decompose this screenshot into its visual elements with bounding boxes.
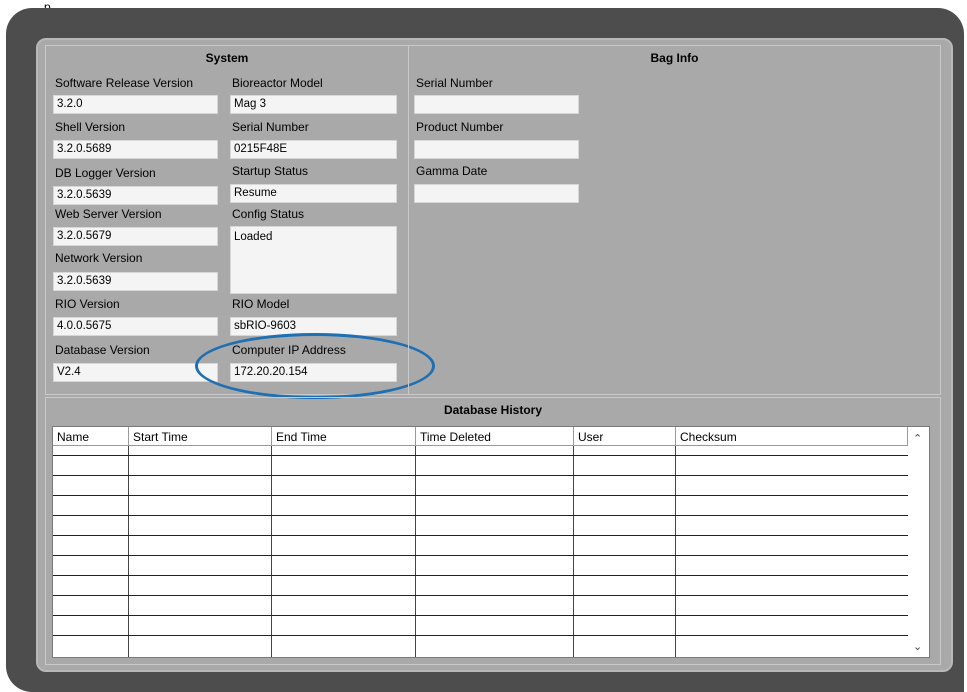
highlight-circle (195, 333, 435, 399)
bioreactor-model-field: Mag 3 (230, 95, 397, 114)
bioreactor-model-label: Bioreactor Model (232, 76, 323, 90)
column-divider (675, 446, 676, 657)
table-row[interactable] (53, 455, 908, 456)
db-logger-version-label: DB Logger Version (55, 166, 156, 180)
database-history-title: Database History (443, 403, 543, 417)
scroll-up-icon[interactable]: ⌃ (913, 432, 922, 445)
table-row[interactable] (53, 535, 908, 536)
network-version-label: Network Version (55, 251, 143, 265)
product-number-label: Product Number (416, 120, 504, 134)
scroll-down-icon[interactable]: ⌄ (913, 640, 922, 653)
table-row[interactable] (53, 475, 908, 476)
column-divider (128, 446, 129, 657)
software-release-version-label: Software Release Version (55, 76, 194, 90)
column-divider (415, 446, 416, 657)
bag-info-title: Bag Info (650, 51, 699, 65)
column-header-checksum[interactable]: Checksum (676, 427, 908, 446)
system-title: System (205, 51, 249, 65)
bag-serial-number-field[interactable] (414, 95, 579, 114)
serial-number-field: 0215F48E (230, 140, 397, 159)
startup-status-field: Resume (230, 184, 397, 203)
column-divider (573, 446, 574, 657)
bag-serial-number-label: Serial Number (416, 76, 493, 90)
product-number-field[interactable] (414, 140, 579, 159)
table-row[interactable] (53, 495, 908, 496)
serial-number-label: Serial Number (232, 120, 309, 134)
table-row[interactable] (53, 635, 908, 636)
db-logger-version-field: 3.2.0.5639 (53, 186, 218, 205)
database-history-table[interactable]: Name Start Time End Time Time Deleted Us… (52, 426, 930, 658)
database-version-label: Database Version (55, 343, 150, 357)
column-header-time-deleted[interactable]: Time Deleted (416, 427, 574, 446)
rio-version-field: 4.0.0.5675 (53, 317, 218, 336)
table-row[interactable] (53, 575, 908, 576)
table-row[interactable] (53, 615, 908, 616)
column-header-start-time[interactable]: Start Time (129, 427, 272, 446)
vertical-scrollbar[interactable]: ⌃ ⌄ (909, 427, 929, 657)
column-header-end-time[interactable]: End Time (272, 427, 416, 446)
column-header-user[interactable]: User (574, 427, 676, 446)
config-status-field: Loaded (230, 226, 397, 294)
rio-model-label: RIO Model (232, 297, 290, 311)
web-server-version-field: 3.2.0.5679 (53, 227, 218, 246)
shell-version-label: Shell Version (55, 120, 126, 134)
gamma-date-field[interactable] (414, 184, 579, 203)
database-version-field: V2.4 (53, 363, 218, 382)
web-server-version-label: Web Server Version (55, 207, 162, 221)
shell-version-field: 3.2.0.5689 (53, 140, 218, 159)
table-row[interactable] (53, 555, 908, 556)
startup-status-label: Startup Status (232, 164, 309, 178)
config-status-label: Config Status (232, 207, 305, 221)
column-divider (271, 446, 272, 657)
table-row[interactable] (53, 515, 908, 516)
gamma-date-label: Gamma Date (416, 164, 488, 178)
column-header-name[interactable]: Name (53, 427, 129, 446)
table-row[interactable] (53, 595, 908, 596)
network-version-field: 3.2.0.5639 (53, 272, 218, 291)
software-release-version-field: 3.2.0 (53, 95, 218, 114)
rio-version-label: RIO Version (55, 297, 120, 311)
